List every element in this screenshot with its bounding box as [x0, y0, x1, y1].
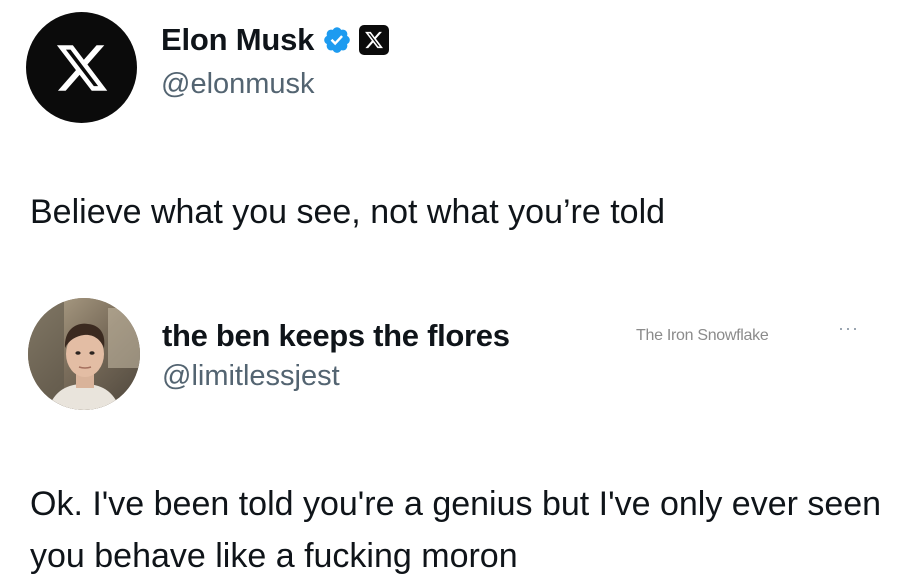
reply-author-handle[interactable]: @limitlessjest: [162, 360, 510, 393]
reply-author-avatar[interactable]: [28, 298, 140, 410]
author-display-name[interactable]: Elon Musk: [161, 22, 314, 58]
author-handle[interactable]: @elonmusk: [161, 68, 389, 101]
author-avatar[interactable]: [26, 12, 137, 123]
verified-badge-icon: [322, 25, 352, 55]
reply-text: Ok. I've been told you're a genius but I…: [30, 485, 882, 575]
watermark-text: The Iron Snowflake: [636, 327, 769, 344]
screenshot-page: Elon Musk @elonmusk Believe what you see…: [0, 0, 900, 583]
x-logo-icon: [56, 44, 107, 91]
reply-author-info: the ben keeps the flores @limitlessjest: [162, 316, 510, 393]
author-name-row: Elon Musk: [161, 20, 390, 60]
author-info: Elon Musk @elonmusk: [161, 20, 390, 101]
original-post-header: Elon Musk @elonmusk: [26, 12, 390, 123]
reply-author-display-name[interactable]: the ben keeps the flores: [162, 316, 510, 356]
x-affiliate-badge-icon: [359, 25, 390, 55]
reply-header: the ben keeps the flores @limitlessjest: [28, 298, 888, 410]
more-options-icon[interactable]: ···: [838, 318, 859, 339]
post-text: Believe what you see, not what you’re to…: [30, 193, 666, 231]
profile-photo: [28, 298, 140, 410]
